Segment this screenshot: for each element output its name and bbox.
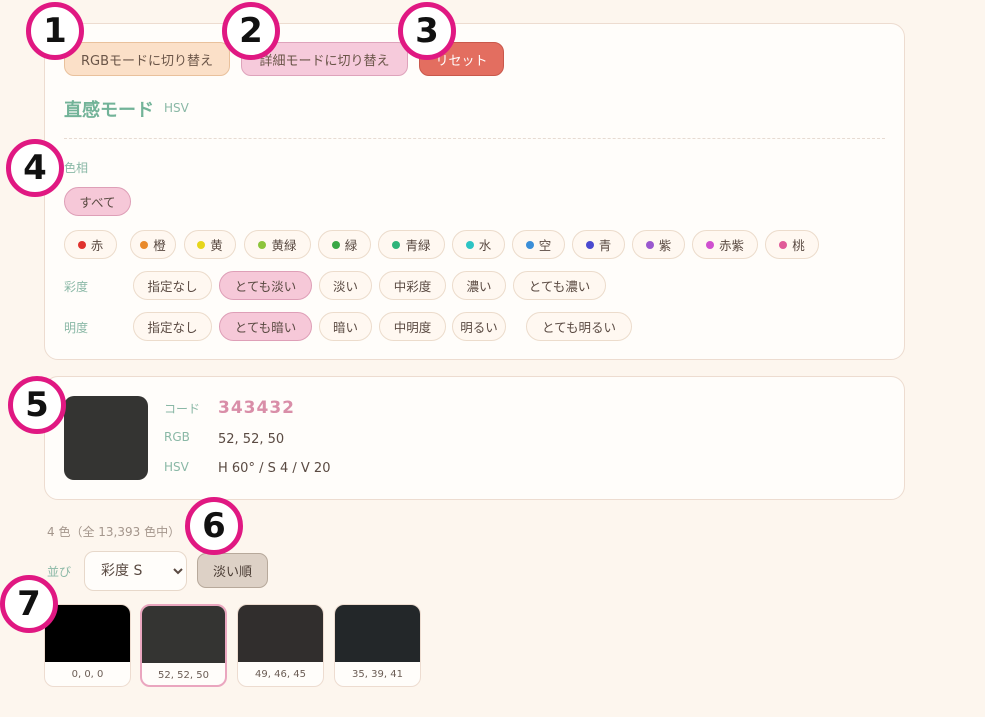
annotation-marker-2: 2 xyxy=(222,2,280,60)
annotation-marker-5: 5 xyxy=(8,376,66,434)
swatch-color xyxy=(335,605,420,662)
color-swatch-tile[interactable]: 35, 39, 41 xyxy=(334,604,421,687)
hue-chip-label: 青 xyxy=(598,238,612,253)
mode-subtitle: HSV xyxy=(164,101,189,115)
hue-dot-icon xyxy=(77,240,86,249)
hue-dot-icon xyxy=(331,240,340,249)
selected-color-swatch xyxy=(64,396,148,480)
hue-chip[interactable]: 桃 xyxy=(765,230,819,259)
hue-chip[interactable]: 緑 xyxy=(318,230,371,259)
brightness-chip[interactable]: 暗い xyxy=(319,312,372,341)
saturation-chip[interactable]: とても淡い xyxy=(219,271,312,300)
hue-dot-icon xyxy=(525,240,534,249)
brightness-chip[interactable]: とても明るい xyxy=(526,312,632,341)
hue-dot-icon xyxy=(392,240,401,249)
brightness-options: 指定なし とても暗い 暗い 中明度 明るい とても明るい xyxy=(0,312,985,342)
hue-dot-icon xyxy=(645,240,654,249)
brightness-chip[interactable]: 指定なし xyxy=(133,312,212,341)
hue-dot-icon xyxy=(705,240,714,249)
hue-chip[interactable]: 黄緑 xyxy=(244,230,311,259)
saturation-chip[interactable]: 淡い xyxy=(319,271,372,300)
hsv-label: HSV xyxy=(164,460,189,474)
hue-chip-label: 青緑 xyxy=(405,238,431,253)
annotation-marker-3: 3 xyxy=(398,2,456,60)
saturation-chip[interactable]: 中彩度 xyxy=(379,271,446,300)
hue-chip-label: 赤 xyxy=(90,238,104,253)
hue-chip[interactable]: 赤紫 xyxy=(692,230,758,259)
color-swatch-tile[interactable]: 49, 46, 45 xyxy=(237,604,324,687)
hue-dot-icon xyxy=(140,240,149,249)
hue-options: 赤 橙 黄 黄緑 緑 青緑 水 空 青 紫 赤紫 桃 xyxy=(0,230,985,260)
swatch-rgb-label: 49, 46, 45 xyxy=(255,669,306,680)
hue-chip-label: 水 xyxy=(478,238,492,253)
brightness-chip[interactable]: 中明度 xyxy=(379,312,446,341)
hue-chip[interactable]: 青緑 xyxy=(378,230,445,259)
rgb-label: RGB xyxy=(164,430,190,444)
hue-dot-icon xyxy=(465,240,474,249)
sort-order-button[interactable]: 淡い順 xyxy=(197,553,268,588)
saturation-chip[interactable]: 濃い xyxy=(452,271,506,300)
annotation-marker-4: 4 xyxy=(6,139,64,197)
hue-chip[interactable]: 水 xyxy=(452,230,505,259)
annotation-marker-1: 1 xyxy=(26,2,84,60)
saturation-options: 指定なし とても淡い 淡い 中彩度 濃い とても濃い xyxy=(0,271,985,301)
annotation-marker-7: 7 xyxy=(0,575,58,633)
swatch-rgb-label: 52, 52, 50 xyxy=(158,670,209,681)
sort-select[interactable]: 彩度 S xyxy=(84,551,187,591)
hue-chip-label: 黄 xyxy=(210,238,223,253)
result-count: 4 色（全 13,393 色中） xyxy=(47,525,181,539)
code-value: 343432 xyxy=(218,398,295,418)
hue-chip[interactable]: 赤 xyxy=(64,230,117,259)
color-swatch-tile[interactable]: 52, 52, 50 xyxy=(140,604,227,687)
hue-chip-label: 桃 xyxy=(792,238,805,253)
hue-all-chip[interactable]: すべて xyxy=(64,187,131,216)
hue-chip[interactable]: 紫 xyxy=(632,230,685,259)
swatch-color xyxy=(238,605,323,662)
hue-label: 色相 xyxy=(64,161,89,175)
brightness-chip[interactable]: 明るい xyxy=(452,312,506,341)
swatch-color xyxy=(142,606,225,663)
rgb-value: 52, 52, 50 xyxy=(218,432,285,447)
annotation-marker-6: 6 xyxy=(185,497,243,555)
code-label: コード xyxy=(164,402,201,416)
mode-title: 直感モード xyxy=(64,100,154,121)
swatch-color xyxy=(45,605,130,662)
saturation-chip[interactable]: 指定なし xyxy=(133,271,212,300)
hsv-value: H 60° / S 4 / V 20 xyxy=(218,461,331,476)
color-swatch-tile[interactable]: 0, 0, 0 xyxy=(44,604,131,687)
hue-chip-label: 緑 xyxy=(344,238,358,253)
rgb-mode-button[interactable]: RGBモードに切り替え xyxy=(64,42,230,76)
sort-label: 並び xyxy=(47,565,72,579)
hue-dot-icon xyxy=(779,240,788,249)
swatch-rgb-label: 0, 0, 0 xyxy=(71,669,104,680)
hue-dot-icon xyxy=(585,240,594,249)
hue-chip[interactable]: 黄 xyxy=(184,230,236,259)
hue-chip[interactable]: 空 xyxy=(512,230,565,259)
saturation-chip[interactable]: とても濃い xyxy=(513,271,606,300)
hue-chip[interactable]: 橙 xyxy=(130,230,176,259)
hue-chip-label: 紫 xyxy=(658,238,672,253)
hue-chip-label: 橙 xyxy=(153,238,166,253)
swatch-rgb-label: 35, 39, 41 xyxy=(352,669,403,680)
hue-chip[interactable]: 青 xyxy=(572,230,625,259)
divider xyxy=(64,138,885,139)
hue-chip-label: 黄緑 xyxy=(271,238,297,253)
hue-chip-label: 空 xyxy=(538,238,552,253)
hue-chip-label: 赤紫 xyxy=(718,238,744,253)
hue-dot-icon xyxy=(197,240,206,249)
brightness-chip[interactable]: とても暗い xyxy=(219,312,312,341)
hue-dot-icon xyxy=(258,240,267,249)
